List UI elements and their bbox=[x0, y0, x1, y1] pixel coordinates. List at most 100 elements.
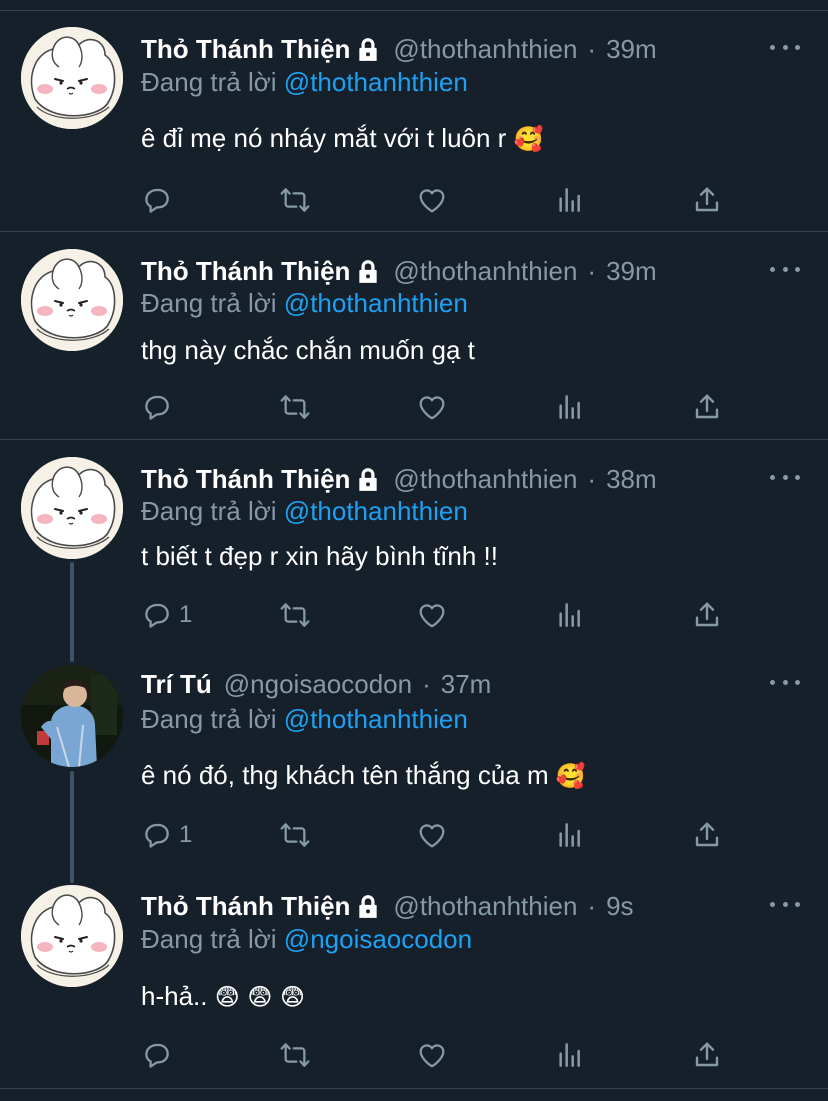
emoji: 🥰 bbox=[513, 125, 544, 153]
share-button[interactable] bbox=[691, 180, 723, 220]
retweet-icon bbox=[280, 1043, 310, 1067]
share-button[interactable] bbox=[691, 815, 723, 855]
separator: · bbox=[587, 256, 597, 286]
more-icon[interactable] bbox=[770, 669, 800, 695]
avatar[interactable] bbox=[21, 249, 123, 351]
separator: · bbox=[587, 464, 597, 494]
lock-icon bbox=[355, 37, 381, 63]
reply-button[interactable]: 1 bbox=[141, 815, 192, 855]
mention-link[interactable]: @thothanhthien bbox=[284, 288, 468, 318]
retweet-button[interactable] bbox=[279, 1035, 311, 1075]
like-button[interactable] bbox=[416, 387, 448, 427]
heart-icon bbox=[419, 396, 445, 420]
share-icon bbox=[695, 602, 719, 627]
author-name[interactable]: Trí Tú bbox=[141, 669, 212, 700]
like-button[interactable] bbox=[416, 595, 448, 635]
reply-button[interactable] bbox=[141, 387, 179, 427]
separator: · bbox=[587, 34, 597, 64]
timestamp[interactable]: 37m bbox=[441, 669, 492, 700]
replying-to: Đang trả lời @thothanhthien bbox=[141, 704, 468, 735]
reply-icon bbox=[145, 188, 169, 213]
analytics-button[interactable] bbox=[554, 595, 586, 635]
tweet-text-body: t biết t đẹp r xin hãy bình tĩnh !! bbox=[141, 541, 498, 571]
mention-link[interactable]: @thothanhthien bbox=[284, 67, 468, 97]
avatar[interactable] bbox=[21, 665, 123, 767]
analytics-button[interactable] bbox=[554, 387, 586, 427]
mention-link[interactable]: @thothanhthien bbox=[284, 704, 468, 734]
replying-label: Đang trả lời bbox=[141, 704, 277, 734]
share-button[interactable] bbox=[691, 387, 723, 427]
author-handle[interactable]: @thothanhthien bbox=[393, 891, 577, 922]
reply-count: 1 bbox=[179, 821, 193, 848]
analytics-button[interactable] bbox=[554, 815, 586, 855]
share-icon bbox=[695, 187, 719, 212]
action-bar bbox=[141, 387, 741, 427]
share-button[interactable] bbox=[691, 595, 723, 635]
thread-connector bbox=[70, 562, 74, 662]
timestamp[interactable]: 9s bbox=[606, 891, 633, 922]
divider bbox=[0, 1088, 828, 1089]
lock-icon bbox=[355, 467, 381, 493]
replying-to: Đang trả lời @thothanhthien bbox=[141, 496, 468, 527]
action-bar bbox=[141, 180, 741, 220]
reply-icon bbox=[145, 603, 169, 628]
retweet-button[interactable] bbox=[279, 180, 311, 220]
replying-label: Đang trả lời bbox=[141, 67, 277, 97]
share-icon bbox=[695, 1042, 719, 1067]
author-name[interactable]: Thỏ Thánh Thiện bbox=[141, 464, 350, 495]
reply-count: 1 bbox=[179, 601, 193, 628]
tweet-text: ê đỉ mẹ nó nháy mắt với t luôn r 🥰 bbox=[141, 123, 543, 154]
tweet-text-body: ê nó đó, thg khách tên thắng của m bbox=[141, 760, 549, 790]
emoji: 🥰 bbox=[555, 762, 586, 790]
action-bar bbox=[141, 1035, 741, 1075]
timestamp[interactable]: 38m bbox=[606, 464, 657, 495]
heart-icon bbox=[419, 604, 445, 628]
retweet-button[interactable] bbox=[279, 387, 311, 427]
like-button[interactable] bbox=[416, 1035, 448, 1075]
tweet-text: thg này chắc chắn muốn gạ t bbox=[141, 335, 475, 366]
more-icon[interactable] bbox=[770, 256, 800, 282]
author-handle[interactable]: @ngoisaocodon bbox=[224, 669, 412, 700]
heart-icon bbox=[419, 824, 445, 848]
reply-button[interactable] bbox=[141, 180, 179, 220]
heart-icon bbox=[419, 1044, 445, 1068]
avatar[interactable] bbox=[21, 457, 123, 559]
replying-to: Đang trả lời @ngoisaocodon bbox=[141, 924, 472, 955]
retweet-button[interactable] bbox=[279, 595, 311, 635]
lock-icon bbox=[355, 259, 381, 285]
more-icon[interactable] bbox=[770, 464, 800, 490]
separator: · bbox=[422, 669, 431, 699]
avatar[interactable] bbox=[21, 885, 123, 987]
author-name[interactable]: Thỏ Thánh Thiện bbox=[141, 891, 350, 922]
tweet-text-body: thg này chắc chắn muốn gạ t bbox=[141, 335, 475, 365]
analytics-icon bbox=[559, 395, 580, 419]
replying-to: Đang trả lời @thothanhthien bbox=[141, 288, 468, 319]
replying-to: Đang trả lời @thothanhthien bbox=[141, 67, 468, 98]
tweet-text-body: h-hả.. bbox=[141, 981, 208, 1011]
author-handle[interactable]: @thothanhthien bbox=[393, 34, 577, 65]
retweet-button[interactable] bbox=[279, 815, 311, 855]
action-bar: 1 bbox=[141, 595, 741, 635]
author-name[interactable]: Thỏ Thánh Thiện bbox=[141, 34, 350, 65]
reply-icon bbox=[145, 1043, 169, 1068]
more-icon[interactable] bbox=[770, 34, 800, 60]
like-button[interactable] bbox=[416, 180, 448, 220]
mention-link[interactable]: @thothanhthien bbox=[284, 496, 468, 526]
author-handle[interactable]: @thothanhthien bbox=[393, 464, 577, 495]
timestamp[interactable]: 39m bbox=[606, 34, 657, 65]
analytics-button[interactable] bbox=[554, 1035, 586, 1075]
more-icon[interactable] bbox=[770, 891, 800, 917]
reply-button[interactable]: 1 bbox=[141, 595, 192, 635]
thread-connector bbox=[70, 771, 74, 883]
reply-button[interactable] bbox=[141, 1035, 179, 1075]
timestamp[interactable]: 39m bbox=[606, 256, 657, 287]
author-name[interactable]: Thỏ Thánh Thiện bbox=[141, 256, 350, 287]
mention-link[interactable]: @ngoisaocodon bbox=[284, 924, 472, 954]
like-button[interactable] bbox=[416, 815, 448, 855]
analytics-button[interactable] bbox=[554, 180, 586, 220]
share-button[interactable] bbox=[691, 1035, 723, 1075]
author-handle[interactable]: @thothanhthien bbox=[393, 256, 577, 287]
emoji: 😨 😨 😨 bbox=[214, 983, 306, 1011]
avatar[interactable] bbox=[21, 27, 123, 129]
analytics-icon bbox=[559, 823, 580, 847]
